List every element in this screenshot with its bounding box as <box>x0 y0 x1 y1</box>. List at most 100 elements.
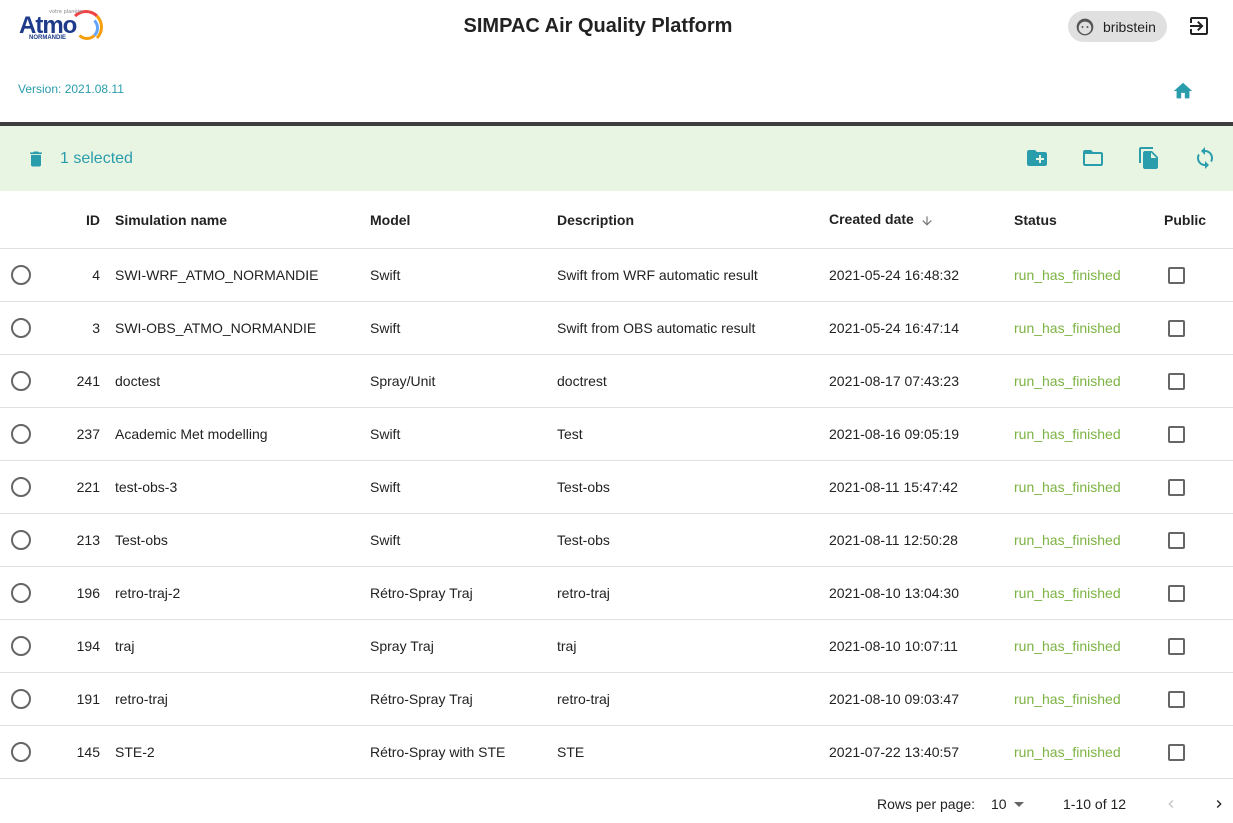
row-select-radio[interactable] <box>11 530 31 550</box>
cell-public <box>1164 354 1233 408</box>
public-checkbox[interactable] <box>1168 637 1185 655</box>
cell-public <box>1164 407 1233 461</box>
row-select-radio[interactable] <box>11 689 31 709</box>
row-select-cell <box>0 566 71 620</box>
table-row[interactable]: 221 test-obs-3 Swift Test-obs 2021-08-11 15:… <box>0 460 1233 514</box>
public-checkbox[interactable] <box>1168 372 1185 390</box>
cell-created: 2021-08-17 07:43:23 <box>829 354 1014 408</box>
simulations-table: ID Simulation name Model Description Cre… <box>0 191 1233 779</box>
cell-created: 2021-05-24 16:47:14 <box>829 301 1014 355</box>
logout-icon[interactable] <box>1187 14 1211 38</box>
public-checkbox[interactable] <box>1168 743 1185 761</box>
cell-name: retro-traj <box>115 672 370 726</box>
cell-public <box>1164 513 1233 567</box>
row-select-radio[interactable] <box>11 424 31 444</box>
rows-per-page-select[interactable]: 10 <box>991 796 1007 812</box>
row-select-cell <box>0 407 71 461</box>
table-row[interactable]: 213 Test-obs Swift Test-obs 2021-08-11 12:50… <box>0 513 1233 567</box>
cell-status: run_has_finished <box>1014 248 1164 302</box>
row-select-radio[interactable] <box>11 477 31 497</box>
user-chip[interactable]: bribstein <box>1068 11 1167 42</box>
table-row[interactable]: 194 traj Spray Traj traj 2021-08-10 10:07:11… <box>0 619 1233 673</box>
row-select-cell <box>0 460 71 514</box>
public-checkbox[interactable] <box>1168 584 1185 602</box>
row-select-cell <box>0 672 71 726</box>
cell-created: 2021-08-16 09:05:19 <box>829 407 1014 461</box>
row-select-cell <box>0 619 71 673</box>
column-header-description[interactable]: Description <box>557 191 829 249</box>
cell-description: Swift from OBS automatic result <box>557 301 829 355</box>
row-select-cell <box>0 301 71 355</box>
cell-created: 2021-08-11 15:47:42 <box>829 460 1014 514</box>
row-select-radio[interactable] <box>11 318 31 338</box>
previous-page-icon[interactable] <box>1163 796 1179 812</box>
column-header-created[interactable]: Created date <box>829 191 1014 249</box>
public-checkbox[interactable] <box>1168 478 1185 496</box>
public-checkbox[interactable] <box>1168 425 1185 443</box>
rows-per-page-label: Rows per page: <box>877 796 976 812</box>
pagination-footer: Rows per page: 10 1-10 of 12 <box>0 780 1233 823</box>
column-header-name[interactable]: Simulation name <box>115 191 370 249</box>
folder-icon[interactable] <box>1081 146 1105 170</box>
user-avatar-icon <box>1076 18 1094 35</box>
username: bribstein <box>1103 18 1156 35</box>
public-checkbox[interactable] <box>1168 690 1185 708</box>
copy-icon[interactable] <box>1137 146 1161 170</box>
selection-toolbar: 1 selected <box>0 126 1233 191</box>
cell-status: run_has_finished <box>1014 513 1164 567</box>
cell-model: Spray/Unit <box>370 354 557 408</box>
column-header-status[interactable]: Status <box>1014 191 1164 249</box>
public-checkbox[interactable] <box>1168 531 1185 549</box>
cell-created: 2021-08-10 09:03:47 <box>829 672 1014 726</box>
create-folder-icon[interactable] <box>1025 146 1049 170</box>
table-row[interactable]: 4 SWI-WRF_ATMO_NORMANDIE Swift Swift from W… <box>0 248 1233 302</box>
refresh-icon[interactable] <box>1193 146 1217 170</box>
table-row[interactable]: 196 retro-traj-2 Rétro-Spray Traj retro-tra… <box>0 566 1233 620</box>
row-select-radio[interactable] <box>11 265 31 285</box>
row-select-cell <box>0 354 71 408</box>
cell-model: Spray Traj <box>370 619 557 673</box>
delete-icon[interactable] <box>26 148 46 170</box>
cell-name: retro-traj-2 <box>115 566 370 620</box>
cell-description: Test-obs <box>557 513 829 567</box>
cell-public <box>1164 301 1233 355</box>
table-row[interactable]: 241 doctest Spray/Unit doctrest 2021-08-17 0… <box>0 354 1233 408</box>
cell-status: run_has_finished <box>1014 460 1164 514</box>
row-select-cell <box>0 248 71 302</box>
table-row[interactable]: 3 SWI-OBS_ATMO_NORMANDIE Swift Swift from O… <box>0 301 1233 355</box>
home-icon[interactable] <box>1172 80 1194 102</box>
cell-created: 2021-08-11 12:50:28 <box>829 513 1014 567</box>
row-select-radio[interactable] <box>11 636 31 656</box>
cell-public <box>1164 725 1233 779</box>
public-checkbox[interactable] <box>1168 319 1185 337</box>
cell-description: STE <box>557 725 829 779</box>
column-header-created-label: Created date <box>829 211 914 228</box>
cell-id: 196 <box>71 566 115 620</box>
cell-description: retro-traj <box>557 566 829 620</box>
row-select-radio[interactable] <box>11 371 31 391</box>
row-select-cell <box>0 725 71 779</box>
cell-description: doctrest <box>557 354 829 408</box>
column-header-public[interactable]: Public <box>1164 191 1233 249</box>
cell-model: Swift <box>370 407 557 461</box>
table-header-row: ID Simulation name Model Description Cre… <box>0 191 1233 249</box>
table-row[interactable]: 237 Academic Met modelling Swift Test 2021-0… <box>0 407 1233 461</box>
select-column-header <box>0 191 71 249</box>
table-row[interactable]: 145 STE-2 Rétro-Spray with STE STE 2021-07-2… <box>0 725 1233 779</box>
cell-id: 213 <box>71 513 115 567</box>
table-row[interactable]: 191 retro-traj Rétro-Spray Traj retro-traj 2… <box>0 672 1233 726</box>
cell-created: 2021-08-10 10:07:11 <box>829 619 1014 673</box>
cell-id: 194 <box>71 619 115 673</box>
row-select-radio[interactable] <box>11 583 31 603</box>
dropdown-arrow-icon[interactable] <box>1013 801 1025 809</box>
cell-id: 4 <box>71 248 115 302</box>
cell-status: run_has_finished <box>1014 619 1164 673</box>
next-page-icon[interactable] <box>1211 796 1227 812</box>
column-header-id[interactable]: ID <box>71 191 115 249</box>
cell-public <box>1164 460 1233 514</box>
cell-name: STE-2 <box>115 725 370 779</box>
column-header-model[interactable]: Model <box>370 191 557 249</box>
row-select-radio[interactable] <box>11 742 31 762</box>
cell-status: run_has_finished <box>1014 354 1164 408</box>
public-checkbox[interactable] <box>1168 266 1185 284</box>
